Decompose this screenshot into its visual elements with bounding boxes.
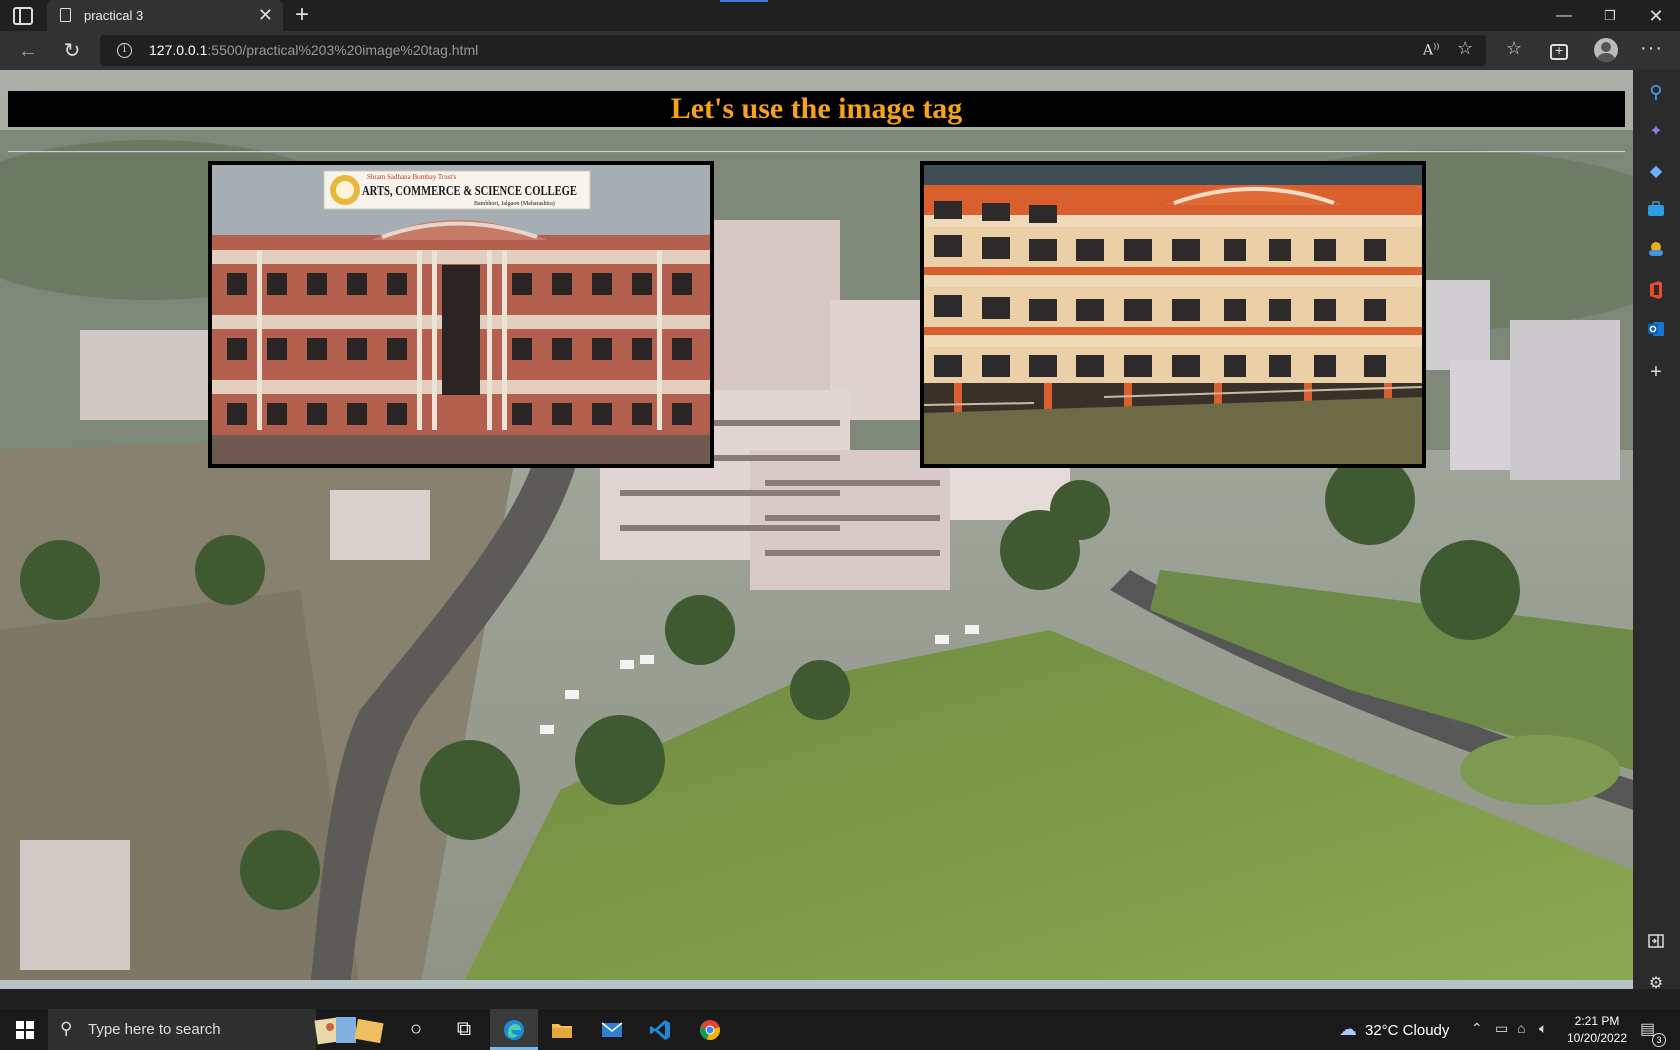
mail-icon[interactable]: [588, 1009, 636, 1050]
tab-practical-3[interactable]: practical 3 ✕: [47, 0, 283, 31]
edge-sidebar: ⚲ ✦ ◆ + ⚙: [1633, 70, 1680, 992]
weather-text: 32°C Cloudy: [1365, 1022, 1450, 1039]
maximize-button[interactable]: ❐: [1587, 3, 1633, 29]
sign-line-1: Shram Sadhana Bombay Trust's: [367, 173, 457, 181]
sign-line-2: ARTS, COMMERCE & SCIENCE COLLEGE: [362, 184, 577, 199]
meet-now-icon[interactable]: ▭: [1495, 1020, 1508, 1037]
page-heading: Let's use the image tag: [670, 92, 963, 125]
notification-count-badge: 3: [1652, 1033, 1666, 1047]
games-icon[interactable]: [1645, 241, 1667, 263]
close-window-button[interactable]: ✕: [1633, 3, 1679, 29]
search-placeholder: Type here to search: [88, 1021, 221, 1038]
minimize-button[interactable]: —: [1541, 3, 1587, 29]
back-icon[interactable]: ←: [14, 37, 42, 65]
address-bar[interactable]: i 127.0.0.1:5500/practical%203%20image%2…: [100, 35, 1486, 66]
more-icon[interactable]: ···: [1640, 37, 1663, 60]
reload-icon[interactable]: ↻: [58, 37, 86, 65]
volume-icon[interactable]: 🔈︎: [1539, 1020, 1547, 1037]
weather-widget[interactable]: ☁ 32°C Cloudy: [1339, 1019, 1449, 1040]
edge-icon[interactable]: [490, 1009, 538, 1050]
hide-sidebar-icon[interactable]: [1645, 933, 1667, 955]
settings-icon[interactable]: ⚙: [1645, 973, 1667, 995]
vscode-icon[interactable]: [636, 1009, 684, 1050]
loading-indicator: [720, 0, 768, 2]
college-building-image-2: [924, 165, 1422, 464]
tab-title: practical 3: [84, 8, 144, 23]
cortana-icon[interactable]: ○: [392, 1009, 440, 1050]
search-highlight-icon: [314, 1017, 384, 1045]
task-view-icon[interactable]: ⧉: [440, 1009, 488, 1050]
file-explorer-icon[interactable]: [538, 1009, 586, 1050]
tab-strip: practical 3 ✕ + — ❐ ✕: [0, 0, 1680, 31]
collections-icon[interactable]: [1550, 42, 1568, 60]
college-photo-2: [920, 161, 1426, 468]
windows-taskbar: ⚲ Type here to search ○ ⧉ ☁ 32°C Cloudy ⌃…: [0, 1009, 1680, 1050]
chrome-icon[interactable]: [686, 1009, 734, 1050]
windows-start-icon[interactable]: [16, 1021, 34, 1039]
outlook-icon[interactable]: [1645, 321, 1667, 343]
taskbar-search-box[interactable]: ⚲ Type here to search: [48, 1009, 316, 1050]
cloud-icon: ☁: [1339, 1019, 1357, 1039]
url-text[interactable]: 127.0.0.1:5500/practical%203%20image%20t…: [149, 42, 478, 58]
office-icon[interactable]: [1645, 281, 1667, 303]
shopping-icon[interactable]: ◆: [1645, 161, 1667, 183]
clock-time: 2:21 PM: [1574, 1014, 1620, 1028]
add-icon[interactable]: +: [1645, 361, 1667, 383]
network-icon[interactable]: ⌂: [1517, 1020, 1525, 1036]
url-host: 127.0.0.1: [149, 42, 208, 58]
search-icon[interactable]: ⚲: [1645, 81, 1667, 103]
new-tab-button[interactable]: +: [295, 2, 309, 28]
page-heading-bar: Let's use the image tag: [8, 91, 1625, 127]
info-icon[interactable]: i: [117, 43, 132, 58]
tools-icon[interactable]: [1645, 201, 1667, 223]
browser-toolbar: ← ↻ i 127.0.0.1:5500/practical%203%20ima…: [0, 31, 1680, 70]
url-path: :5500/practical%203%20image%20tag.html: [207, 42, 479, 58]
favorites-icon[interactable]: ☆: [1506, 38, 1522, 59]
sign-line-3: Bambhori, Jalgaon (Maharashtra): [474, 200, 555, 207]
tab-actions-icon[interactable]: [13, 7, 33, 25]
page-viewport: Let's use the image tag Shram Sadhana Bo…: [0, 70, 1633, 989]
clock[interactable]: 2:21 PM 10/20/2022: [1562, 1013, 1632, 1047]
add-favorite-icon[interactable]: ☆: [1457, 38, 1473, 59]
page-icon: [60, 8, 71, 22]
clock-date: 10/20/2022: [1566, 1031, 1628, 1045]
read-aloud-icon[interactable]: A)): [1423, 42, 1439, 59]
search-icon: ⚲: [60, 1019, 73, 1038]
discover-icon[interactable]: ✦: [1645, 121, 1667, 143]
horizontal-rule: [8, 151, 1625, 153]
profile-icon[interactable]: [1594, 38, 1618, 62]
college-building-image-1: Shram Sadhana Bombay Trust's ARTS, COMME…: [212, 165, 710, 464]
tab-close-icon[interactable]: ✕: [258, 4, 273, 26]
college-photo-1: Shram Sadhana Bombay Trust's ARTS, COMME…: [208, 161, 714, 468]
show-hidden-icons-icon[interactable]: ⌃: [1471, 1020, 1483, 1037]
